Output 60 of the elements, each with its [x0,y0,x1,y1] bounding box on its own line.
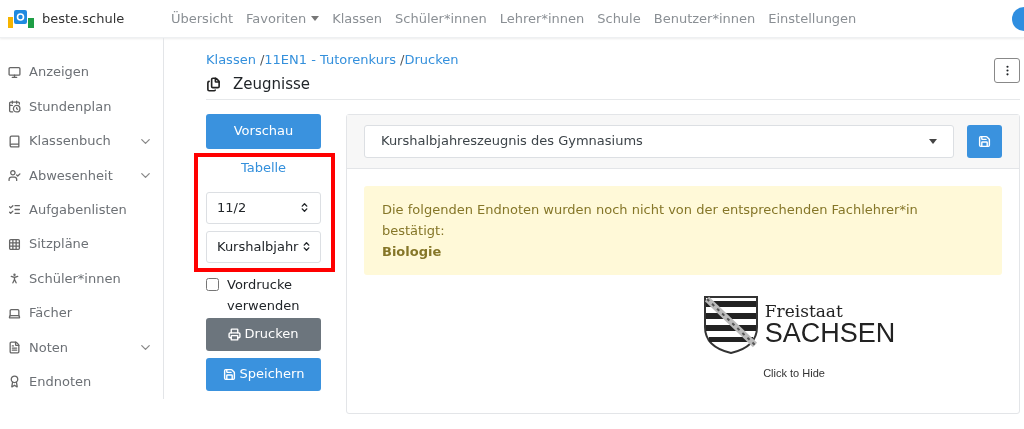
nav-link[interactable]: Favoriten [246,8,320,29]
sidebar-item[interactable]: Schüler*innen [0,261,163,296]
user-check-icon [8,168,21,182]
save-icon [978,134,991,148]
nav-link[interactable]: Übersicht [171,8,233,29]
breadcrumb-separator: / [400,51,405,69]
display-icon [8,65,21,79]
more-button[interactable] [994,57,1020,83]
printer-icon [228,327,242,341]
brand-name[interactable]: beste.schule [42,8,125,29]
table-link[interactable]: Tabelle [206,157,321,176]
updown-icon [299,202,310,213]
nav-link[interactable]: Einstellungen [768,8,857,29]
preview-button[interactable]: Vorschau [206,113,321,149]
nav-link[interactable]: Benutzer*innen [653,8,756,29]
logo-text: SACHSEN [764,319,896,347]
alert-message: Die folgenden Endnoten wurden noch nicht von der entsprechenden Fachlehrer*in bestätigt: [382,200,919,240]
subject-name: Biologie [382,242,443,261]
template-select[interactable]: Kurshalbjahreszeugnis des Gymnasiums [364,124,954,158]
checkbox[interactable] [206,277,219,291]
sidebar-item[interactable]: Endnoten [0,364,163,400]
coat-of-arms-icon [702,294,759,355]
print-button[interactable]: Drucken [206,317,321,351]
nav-link[interactable]: Schüler*innen [395,8,487,29]
person-icon [8,272,21,286]
nav-link[interactable]: Schule [597,8,641,29]
nav-link[interactable]: Klassen [332,8,383,29]
breadcrumb-link[interactable]: Klassen [206,50,256,70]
checklist-icon [8,203,21,217]
calendar-icon [8,100,21,114]
sidebar-item[interactable]: Aufgabenlisten [0,192,163,228]
sidebar-item[interactable]: Anzeigen [0,55,163,90]
save-icon [222,367,236,381]
laptop-icon [8,306,21,320]
updown-icon [301,241,312,252]
checkbox-label: Vordrucke verwenden [227,275,301,315]
caret-icon [929,138,937,144]
book-icon [8,134,21,148]
term-select[interactable]: 11/2 [206,191,321,224]
grid-icon [8,237,21,251]
type-select[interactable]: Kurshalbjahr [206,230,321,263]
sidebar-item[interactable]: Sitzpläne [0,227,163,262]
sidebar-item[interactable]: Fächer [0,295,163,331]
save-template-button[interactable] [967,124,1002,158]
page-title: Zeugnisse [233,73,312,95]
sidebar-item[interactable]: Noten [0,330,163,365]
medal-icon [8,375,21,389]
sidebar-item[interactable]: Klassenbuch [0,123,163,159]
hide-link[interactable]: Click to Hide [763,364,825,381]
logo-icon [8,9,34,28]
breadcrumb-separator: / [259,51,265,69]
nav-link[interactable]: Lehrer*innen [499,8,585,29]
sidebar-item[interactable]: Abwesenheit [0,158,163,193]
document-icon [8,340,21,354]
breadcrumb-link[interactable]: Drucken [404,50,459,70]
sidebar-item[interactable]: Stundenplan [0,89,163,124]
breadcrumb-link[interactable]: 11EN1 - Tutorenkurs [264,50,397,70]
logo-text: Freistaat [764,302,844,320]
documents-icon [206,76,221,92]
save-button[interactable]: Speichern [206,357,321,391]
